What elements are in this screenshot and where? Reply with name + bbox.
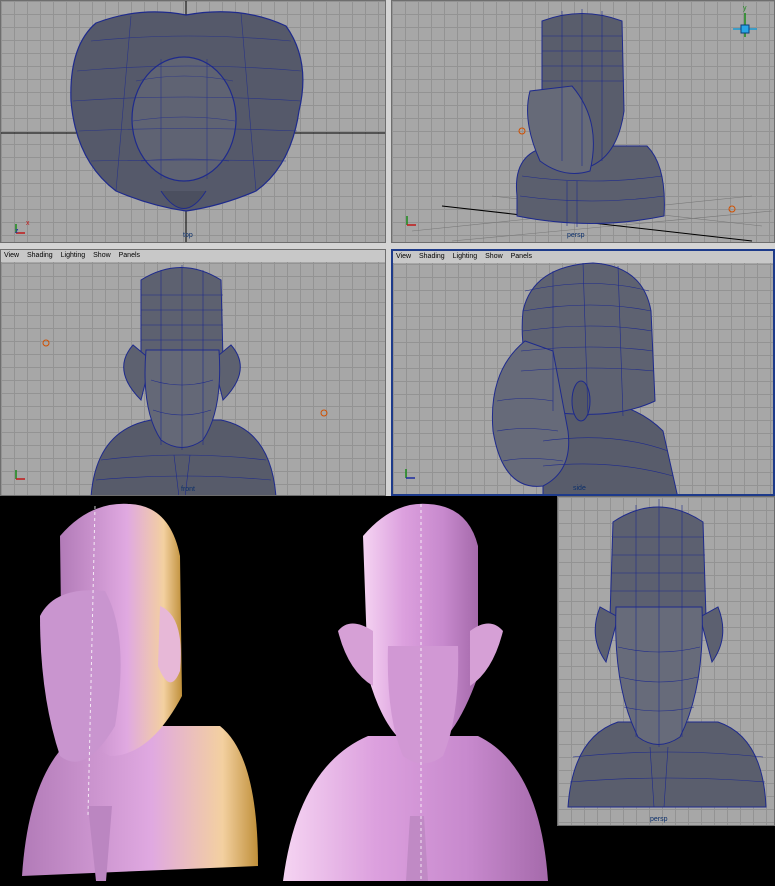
- render-view-three-quarter: [0, 496, 278, 886]
- persp-view-mesh: [411, 9, 773, 242]
- front-view-mesh: [42, 265, 328, 495]
- viewport-label: persp: [567, 232, 585, 239]
- viewport-side[interactable]: View Shading Lighting Show Panels side: [391, 249, 775, 496]
- axis-x-label: x: [26, 220, 30, 227]
- viewport-front[interactable]: View Shading Lighting Show Panels front: [0, 249, 386, 496]
- axis-gizmo: x z: [13, 219, 33, 237]
- viewport-persp[interactable]: persp y: [391, 0, 775, 243]
- side-view-mesh: [491, 262, 678, 494]
- viewport-top[interactable]: top x z: [0, 0, 386, 243]
- axis-y-label: y: [743, 5, 747, 12]
- axis-gizmo: [13, 465, 33, 483]
- view-cube-gizmo[interactable]: y: [730, 5, 760, 43]
- closeup-bottom-fill: [557, 826, 775, 886]
- viewport-label: top: [183, 232, 193, 239]
- viewport-label: side: [573, 485, 586, 492]
- axis-z-label: z: [15, 228, 19, 235]
- viewport-label: front: [181, 486, 196, 493]
- viewport-persp-closeup[interactable]: persp: [557, 496, 775, 826]
- axis-gizmo: [403, 464, 423, 482]
- viewport-label: persp: [650, 816, 668, 823]
- persp-closeup-mesh: [567, 499, 767, 808]
- axis-gizmo: [404, 211, 424, 229]
- render-view-front: [278, 496, 557, 886]
- top-view-mesh: [1, 1, 385, 242]
